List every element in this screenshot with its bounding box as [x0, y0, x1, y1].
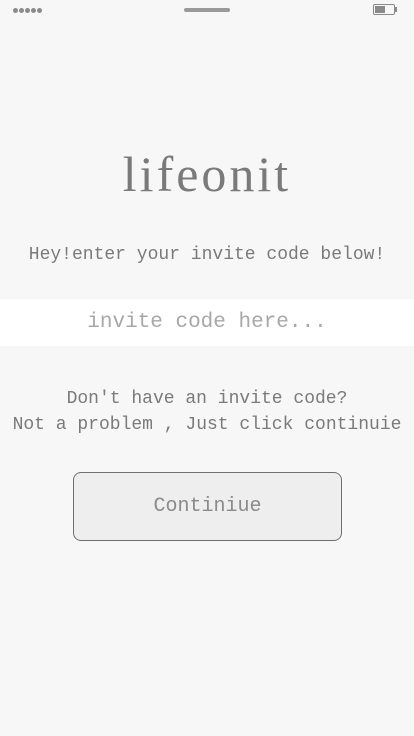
help-text-line-2: Not a problem , Just click continuie — [12, 415, 402, 435]
app-title: lifeonit — [122, 146, 292, 202]
battery-icon — [373, 4, 397, 16]
invite-code-input[interactable] — [0, 299, 414, 346]
continue-button[interactable]: Continiue — [73, 472, 342, 541]
signal-dots-icon — [13, 8, 42, 13]
status-bar — [0, 0, 414, 22]
help-text-line-1: Don't have an invite code? — [66, 389, 348, 409]
help-text: Don't have an invite code? Not a problem… — [0, 386, 414, 438]
top-pill-indicator — [184, 8, 230, 12]
invite-prompt: Hey!enter your invite code below! — [28, 245, 386, 265]
